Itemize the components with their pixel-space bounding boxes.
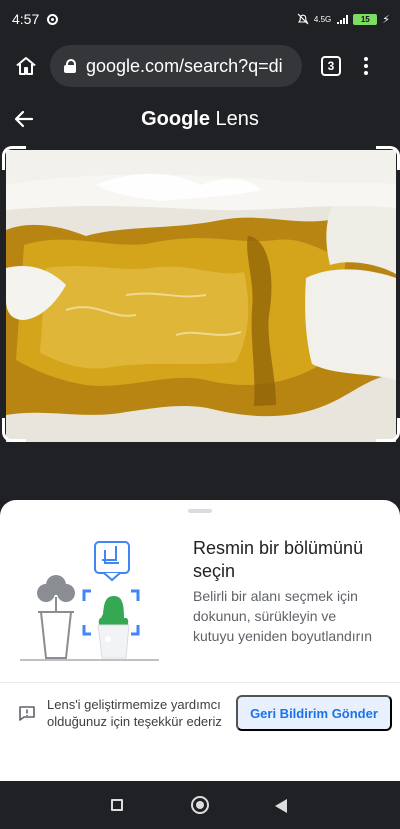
sheet-title: Resmin bir bölümünü seçin: [193, 538, 364, 581]
signal-icon: [337, 14, 349, 24]
tab-count: 3: [327, 59, 335, 73]
crop-handle-top-right[interactable]: [376, 146, 400, 170]
battery-level: 15: [360, 14, 370, 24]
back-arrow-icon[interactable]: [12, 107, 36, 131]
search-image[interactable]: [6, 150, 396, 442]
sheet-description: Belirli bir alanı seçmek için dokunun, s…: [193, 588, 373, 644]
lens-title-lens: Lens: [215, 107, 259, 130]
crop-handle-bottom-right[interactable]: [376, 418, 400, 442]
home-button[interactable]: [12, 52, 40, 80]
recent-apps-icon[interactable]: [111, 799, 123, 811]
status-bar: 4:57 4.5G 15 ⚡: [0, 0, 400, 38]
charging-icon: ⚡: [382, 13, 390, 26]
lock-icon: [64, 59, 76, 73]
home-nav-icon[interactable]: [191, 796, 209, 814]
drag-handle[interactable]: [188, 509, 212, 513]
chrome-icon: [47, 13, 59, 25]
divider: [0, 682, 400, 683]
url-text: google.com/search?q=di: [86, 55, 283, 76]
crop-handle-top-left[interactable]: [2, 146, 26, 170]
bottom-sheet[interactable]: Resmin bir bölümünü seçin Belirli bir al…: [0, 500, 400, 781]
mute-icon: [297, 13, 309, 25]
image-area[interactable]: [0, 144, 400, 500]
lens-header: Google Lens: [0, 94, 400, 144]
feedback-thanks-text: Lens'i geliştirmemize yardımcı olduğunuz…: [47, 697, 222, 729]
tabs-button[interactable]: 3: [321, 56, 341, 76]
select-region-illustration: [20, 541, 159, 661]
status-time: 4:57: [12, 11, 40, 27]
home-icon: [16, 57, 36, 75]
lens-title-google: Google: [141, 107, 210, 130]
lens-title: Google Lens: [141, 108, 259, 131]
network-label: 4.5G: [313, 14, 332, 24]
browser-toolbar: google.com/search?q=di 3: [0, 38, 400, 94]
send-feedback-button[interactable]: Geri Bildirim Gönder: [236, 695, 392, 731]
back-nav-icon[interactable]: [275, 799, 287, 813]
feedback-icon: [19, 706, 35, 721]
menu-icon[interactable]: [361, 57, 371, 75]
crop-handle-bottom-left[interactable]: [2, 418, 26, 442]
address-bar[interactable]: google.com/search?q=di: [50, 45, 302, 87]
system-nav-bar: [0, 781, 400, 829]
battery-icon: 15: [353, 13, 378, 25]
